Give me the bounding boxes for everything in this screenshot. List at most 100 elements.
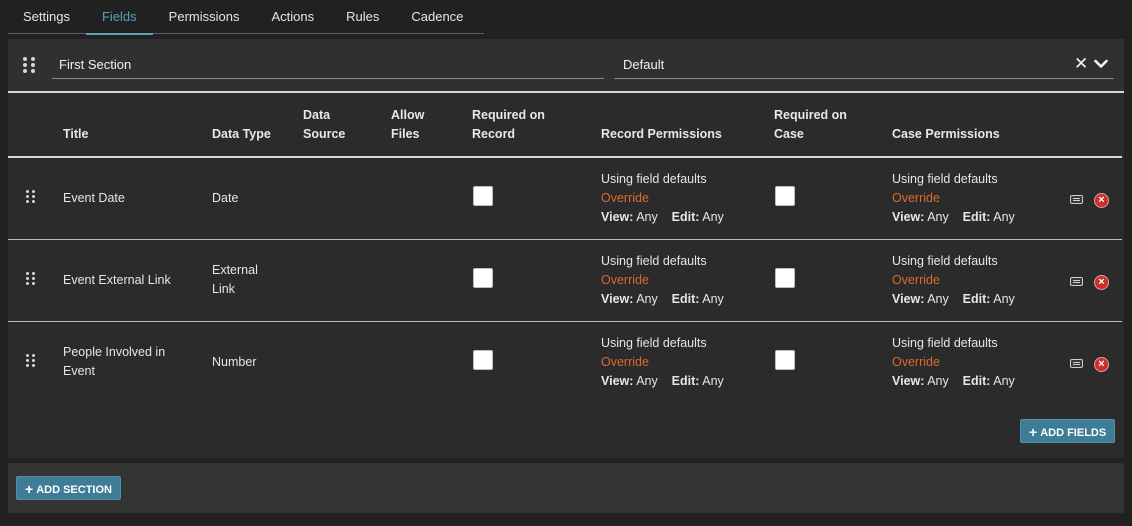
view-label: View: [892, 210, 925, 224]
row-drag-handle-icon[interactable] [26, 190, 35, 203]
required-on-case-checkbox[interactable] [775, 268, 795, 288]
view-label: View: [892, 374, 925, 388]
header-title[interactable]: Title [63, 125, 88, 144]
edit-value: Any [702, 374, 724, 388]
required-on-case-checkbox[interactable] [775, 186, 795, 206]
view-value: Any [636, 374, 658, 388]
required-on-record-checkbox[interactable] [473, 350, 493, 370]
case-permissions-override-link[interactable]: Override [892, 189, 1015, 208]
tab-settings[interactable]: Settings [8, 0, 86, 34]
plus-icon: + [1029, 424, 1038, 440]
section-header: First Section Default ✕ [8, 39, 1124, 93]
header-data-source[interactable]: Data Source [303, 106, 365, 144]
header-required-on-case[interactable]: Required on Case [774, 106, 864, 144]
case-permissions-values: View: Any Edit: Any [892, 372, 1015, 391]
plus-icon: + [25, 481, 34, 497]
section-name-input[interactable]: First Section [52, 55, 604, 79]
field-title: People Involved in Event [63, 345, 166, 378]
add-fields-label: ADD FIELDS [1040, 427, 1107, 439]
header-data-type[interactable]: Data Type [212, 125, 271, 144]
add-section-label: ADD SECTION [36, 484, 112, 496]
section-drag-handle-icon[interactable] [23, 57, 35, 73]
field-data-type: Number [212, 355, 257, 369]
tab-rules[interactable]: Rules [330, 0, 395, 34]
keyboard-icon[interactable] [1070, 277, 1083, 286]
record-permissions-values: View: Any Edit: Any [601, 290, 724, 309]
edit-value: Any [993, 292, 1015, 306]
close-icon[interactable]: ✕ [1074, 54, 1088, 74]
view-label: View: [601, 292, 634, 306]
keyboard-icon[interactable] [1070, 359, 1083, 368]
tab-actions[interactable]: Actions [255, 0, 330, 34]
view-value: Any [636, 210, 658, 224]
view-label: View: [892, 292, 925, 306]
case-permissions-values: View: Any Edit: Any [892, 290, 1015, 309]
header-record-permissions[interactable]: Record Permissions [601, 125, 722, 144]
edit-value: Any [702, 292, 724, 306]
delete-icon[interactable]: × [1094, 357, 1109, 372]
delete-icon[interactable]: × [1094, 275, 1109, 290]
record-permissions-status: Using field defaults [601, 172, 707, 186]
keyboard-icon[interactable] [1070, 195, 1083, 204]
tab-permissions[interactable]: Permissions [153, 0, 256, 34]
chevron-down-icon[interactable] [1094, 57, 1108, 71]
record-permissions: Using field defaults Override View: Any … [601, 170, 724, 227]
case-permissions-status: Using field defaults [892, 336, 998, 350]
view-label: View: [601, 210, 634, 224]
required-on-record-checkbox[interactable] [473, 186, 493, 206]
record-permissions: Using field defaults Override View: Any … [601, 252, 724, 309]
record-permissions-values: View: Any Edit: Any [601, 208, 724, 227]
view-label: View: [601, 374, 634, 388]
row-drag-handle-icon[interactable] [26, 272, 35, 285]
case-permissions-override-link[interactable]: Override [892, 271, 1015, 290]
row-drag-handle-icon[interactable] [26, 354, 35, 367]
required-on-record-checkbox[interactable] [473, 268, 493, 288]
record-permissions-status: Using field defaults [601, 254, 707, 268]
tab-fields[interactable]: Fields [85, 0, 153, 35]
view-value: Any [927, 292, 949, 306]
section-default-select[interactable]: Default [614, 55, 1114, 79]
case-permissions-values: View: Any Edit: Any [892, 208, 1015, 227]
edit-label: Edit: [671, 210, 700, 224]
case-permissions-status: Using field defaults [892, 254, 998, 268]
case-permissions: Using field defaults Override View: Any … [892, 252, 1015, 309]
case-permissions-override-link[interactable]: Override [892, 353, 1015, 372]
add-fields-button[interactable]: + ADD FIELDS [1020, 419, 1116, 443]
view-value: Any [927, 210, 949, 224]
case-permissions-status: Using field defaults [892, 172, 998, 186]
header-allow-files[interactable]: Allow Files [391, 106, 439, 144]
fields-table: Title Data Type Data Source Allow Files … [8, 93, 1124, 458]
edit-label: Edit: [962, 374, 991, 388]
edit-value: Any [702, 210, 724, 224]
delete-icon[interactable]: × [1094, 193, 1109, 208]
record-permissions-override-link[interactable]: Override [601, 271, 724, 290]
case-permissions: Using field defaults Override View: Any … [892, 170, 1015, 227]
record-permissions: Using field defaults Override View: Any … [601, 334, 724, 391]
edit-label: Edit: [671, 292, 700, 306]
table-row: Event Date Date Using field defaults Ove… [8, 158, 1122, 240]
required-on-case-checkbox[interactable] [775, 350, 795, 370]
record-permissions-status: Using field defaults [601, 336, 707, 350]
field-title: Event External Link [63, 273, 171, 287]
edit-value: Any [993, 210, 1015, 224]
table-row: People Involved in Event Number Using fi… [8, 322, 1122, 412]
view-value: Any [927, 374, 949, 388]
header-required-on-record[interactable]: Required on Record [472, 106, 562, 144]
tab-bar: Settings Fields Permissions Actions Rule… [8, 0, 484, 35]
edit-label: Edit: [671, 374, 700, 388]
section-footer: + ADD SECTION [8, 463, 1124, 513]
edit-label: Edit: [962, 292, 991, 306]
record-permissions-override-link[interactable]: Override [601, 189, 724, 208]
record-permissions-override-link[interactable]: Override [601, 353, 724, 372]
add-section-button[interactable]: + ADD SECTION [16, 476, 121, 500]
header-case-permissions[interactable]: Case Permissions [892, 125, 1000, 144]
record-permissions-values: View: Any Edit: Any [601, 372, 724, 391]
tab-cadence[interactable]: Cadence [395, 0, 479, 34]
case-permissions: Using field defaults Override View: Any … [892, 334, 1015, 391]
edit-label: Edit: [962, 210, 991, 224]
view-value: Any [636, 292, 658, 306]
edit-value: Any [993, 374, 1015, 388]
table-row: Event External Link External Link Using … [8, 240, 1122, 322]
field-title: Event Date [63, 191, 125, 205]
field-data-type: Date [212, 191, 239, 205]
